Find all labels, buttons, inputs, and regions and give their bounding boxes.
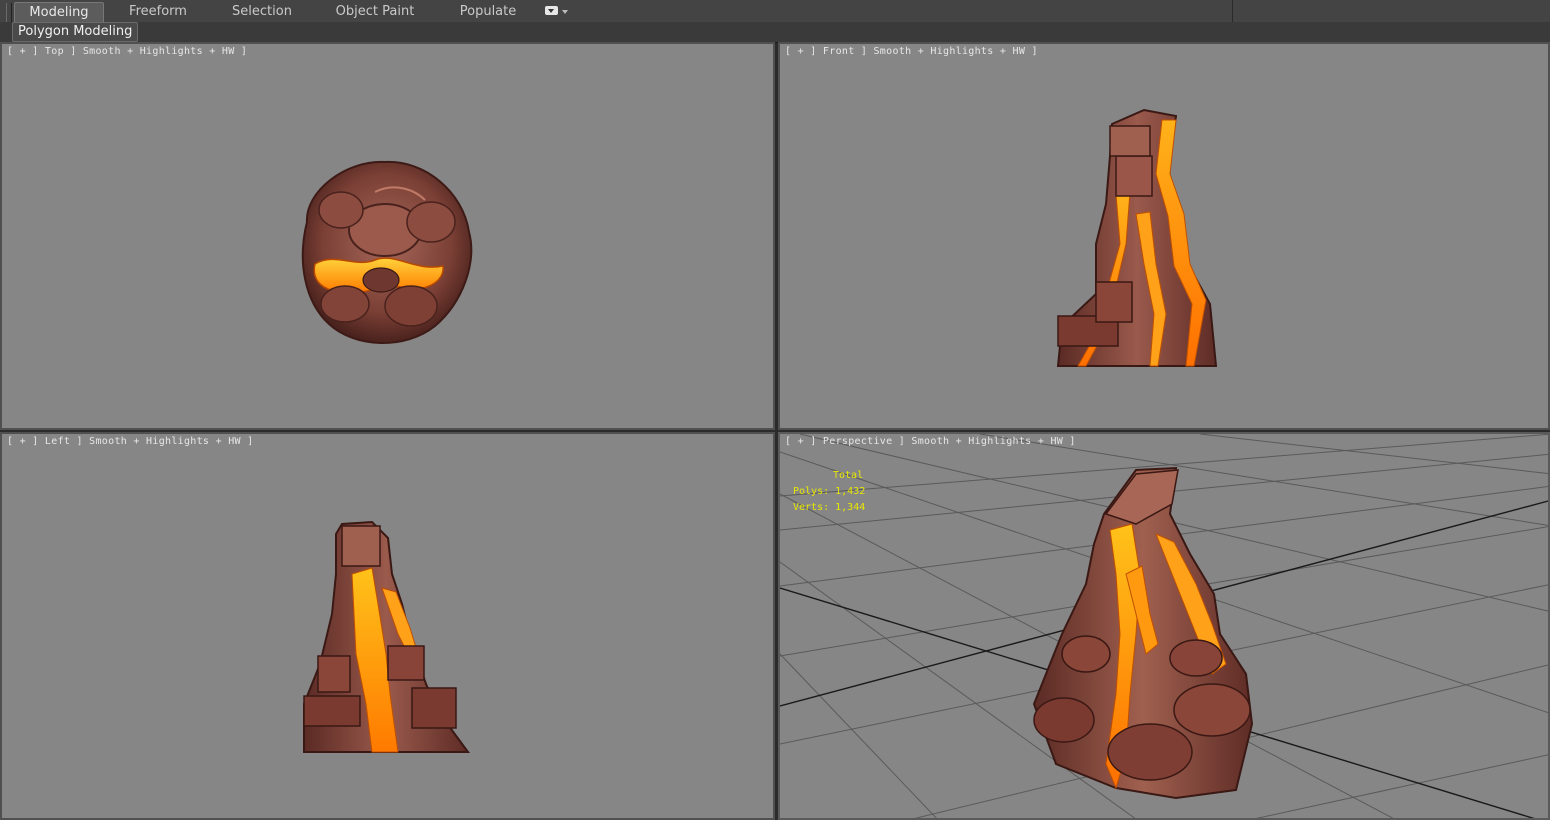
ribbon-options-icon[interactable] xyxy=(545,6,558,15)
tab-populate[interactable]: Populate xyxy=(444,2,532,21)
chevron-down-icon[interactable] xyxy=(562,10,568,14)
viewport-left[interactable]: [ + ] Left ] Smooth + Highlights + HW ] xyxy=(0,432,775,820)
viewport-label-left[interactable]: [ + ] Left ] Smooth + Highlights + HW ] xyxy=(7,436,254,447)
perspective-rock-model xyxy=(1032,466,1254,800)
ribbon-divider xyxy=(1232,0,1233,22)
stats-polys: Polys: 1,432 xyxy=(793,486,866,497)
ribbon-tab-bar: Modeling Freeform Selection Object Paint… xyxy=(0,0,1550,39)
viewport-label-perspective[interactable]: [ + ] Perspective ] Smooth + Highlights … xyxy=(785,436,1076,447)
top-view-rock-model xyxy=(301,160,473,344)
tab-selection[interactable]: Selection xyxy=(218,2,306,21)
front-view-rock-model xyxy=(1056,108,1218,367)
left-view-rock-model xyxy=(303,520,470,753)
viewport-label-front[interactable]: [ + ] Front ] Smooth + Highlights + HW ] xyxy=(785,46,1038,57)
tab-freeform[interactable]: Freeform xyxy=(114,2,202,21)
viewport-perspective[interactable]: [ + ] Perspective ] Smooth + Highlights … xyxy=(778,432,1550,820)
stats-total-label: Total xyxy=(833,470,864,481)
scene-statistics: Total Polys: 1,432 Verts: 1,344 xyxy=(793,468,865,516)
ribbon-panel-bar: Polygon Modeling xyxy=(0,22,1550,43)
viewport-top[interactable]: [ + ] Top ] Smooth + Highlights + HW ] xyxy=(0,42,775,430)
polygon-modeling-panel-button[interactable]: Polygon Modeling xyxy=(12,22,139,42)
tab-modeling[interactable]: Modeling xyxy=(14,2,104,22)
viewport-label-top[interactable]: [ + ] Top ] Smooth + Highlights + HW ] xyxy=(7,46,247,57)
tab-object-paint[interactable]: Object Paint xyxy=(326,2,424,21)
viewport-front[interactable]: [ + ] Front ] Smooth + Highlights + HW ] xyxy=(778,42,1550,430)
stats-verts: Verts: 1,344 xyxy=(793,502,866,513)
